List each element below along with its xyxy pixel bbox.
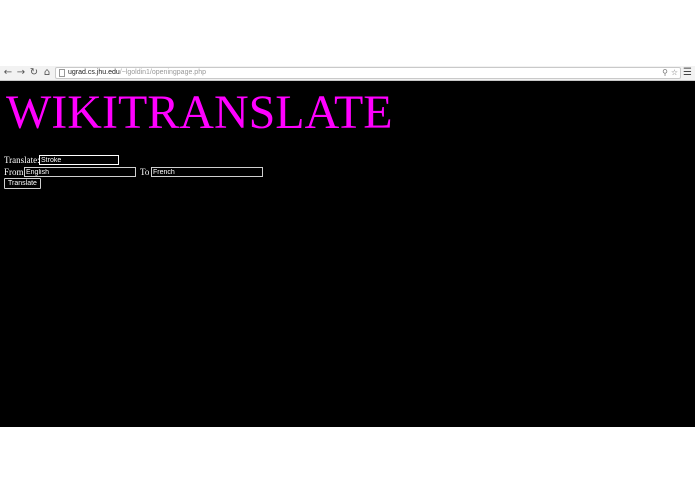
page-content: WIKITRANSLATE Translate: From To Transla… xyxy=(0,81,695,427)
back-arrow-icon[interactable]: ← xyxy=(2,66,14,80)
url-text: ugrad.cs.jhu.edu/~lgoldin1/openingpage.p… xyxy=(68,68,206,78)
translate-label: Translate: xyxy=(4,155,40,165)
translate-button[interactable]: Translate xyxy=(4,178,41,189)
translate-input[interactable] xyxy=(39,155,119,165)
from-language-input[interactable] xyxy=(24,167,136,177)
page-title: WIKITRANSLATE xyxy=(6,86,393,139)
page-icon xyxy=(59,69,65,77)
screenshot: ← → ↻ ⌂ ugrad.cs.jhu.edu/~lgoldin1/openi… xyxy=(0,0,695,494)
url-host: ugrad.cs.jhu.edu xyxy=(68,69,120,76)
reload-icon[interactable]: ↻ xyxy=(28,66,40,80)
menu-icon[interactable]: ☰ xyxy=(683,66,692,80)
home-icon[interactable]: ⌂ xyxy=(41,66,53,80)
browser-window: ← → ↻ ⌂ ugrad.cs.jhu.edu/~lgoldin1/openi… xyxy=(0,66,695,427)
forward-arrow-icon[interactable]: → xyxy=(15,66,27,80)
address-bar[interactable]: ugrad.cs.jhu.edu/~lgoldin1/openingpage.p… xyxy=(55,67,681,79)
zoom-icon[interactable]: ⚲ xyxy=(662,68,668,78)
from-label: From xyxy=(4,167,24,177)
browser-toolbar: ← → ↻ ⌂ ugrad.cs.jhu.edu/~lgoldin1/openi… xyxy=(0,66,695,81)
to-language-input[interactable] xyxy=(151,167,263,177)
to-label: To xyxy=(140,167,150,177)
url-path: /~lgoldin1/openingpage.php xyxy=(119,69,206,76)
star-icon[interactable]: ☆ xyxy=(671,68,678,78)
